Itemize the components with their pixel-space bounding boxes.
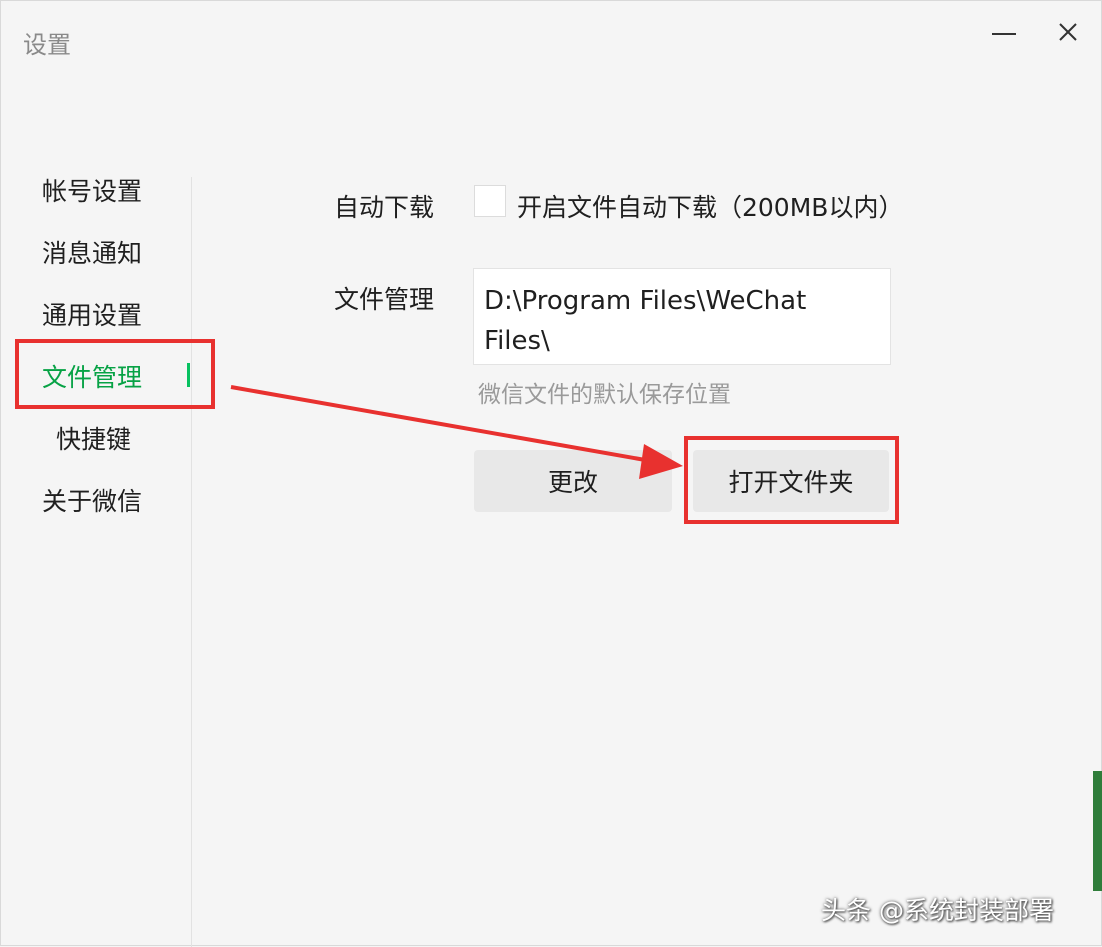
sidebar-divider — [191, 177, 192, 947]
sidebar-item-general[interactable]: 通用设置 — [42, 296, 142, 332]
window-title: 设置 — [23, 31, 71, 59]
sidebar-item-account[interactable]: 帐号设置 — [42, 172, 142, 208]
active-nav-indicator — [187, 363, 190, 387]
file-path-hint: 微信文件的默认保存位置 — [478, 382, 731, 408]
auto-download-checkbox-label[interactable]: 开启文件自动下载（200MB以内） — [517, 188, 903, 224]
auto-download-checkbox[interactable] — [474, 185, 506, 217]
close-button[interactable] — [1053, 17, 1083, 47]
sidebar-item-shortcuts[interactable]: 快捷键 — [56, 420, 131, 456]
minimize-icon — [992, 33, 1016, 35]
auto-download-label: 自动下载 — [334, 193, 435, 222]
change-button[interactable]: 更改 — [474, 450, 672, 512]
watermark: 头条 @系统封装部署 — [821, 896, 1054, 925]
sidebar-item-notifications[interactable]: 消息通知 — [42, 234, 142, 270]
open-folder-button[interactable]: 打开文件夹 — [693, 450, 889, 512]
close-icon — [1059, 23, 1077, 41]
file-path-field: D:\Program Files\WeChat Files\ — [473, 268, 891, 365]
minimize-button[interactable] — [989, 23, 1019, 43]
sidebar-item-about[interactable]: 关于微信 — [42, 482, 142, 518]
sidebar-item-file-management[interactable]: 文件管理 — [42, 358, 142, 394]
settings-window: 设置 帐号设置 消息通知 通用设置 文件管理 快捷键 关于微信 自动下载 开启文… — [0, 0, 1102, 947]
background-edge — [1093, 771, 1102, 891]
file-management-label: 文件管理 — [334, 285, 435, 314]
